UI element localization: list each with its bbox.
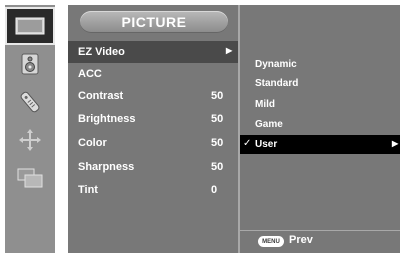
submenu-item-label: User [255, 139, 278, 150]
submenu-item-label: Standard [255, 78, 299, 89]
menu-item-value: 50 [211, 137, 224, 149]
menu-item-contrast[interactable]: Contrast 50 [68, 85, 238, 107]
menu-item-label: ACC [78, 68, 102, 80]
menu-item-label: EZ Video [78, 46, 125, 58]
input-icon [17, 168, 43, 188]
submenu-item-user[interactable]: ✓ User ▶ [240, 135, 400, 154]
menu-item-ez-video[interactable]: EZ Video ▶ [68, 41, 238, 63]
sidebar-item-input[interactable] [5, 159, 55, 197]
sidebar-item-audio[interactable] [5, 45, 55, 83]
sidebar-item-setup[interactable] [5, 121, 55, 159]
audio-icon [21, 53, 39, 75]
submenu-item-standard[interactable]: Standard [240, 74, 400, 93]
submenu-arrow-icon: ▶ [226, 46, 233, 55]
menu-item-sharpness[interactable]: Sharpness 50 [68, 156, 238, 178]
menu-item-color[interactable]: Color 50 [68, 132, 238, 154]
check-icon: ✓ [243, 138, 252, 149]
ez-video-submenu: Dynamic Standard Mild Game ✓ User ▶ MENU… [240, 5, 400, 253]
menu-item-tint[interactable]: Tint 0 [68, 179, 238, 201]
submenu-item-mild[interactable]: Mild [240, 95, 400, 114]
osd-menu-screen: PICTURE EZ Video ▶ ACC Contrast 50 Brigh… [0, 0, 400, 253]
menu-item-label: Brightness [78, 113, 136, 125]
menu-item-label: Tint [78, 184, 98, 196]
menu-item-label: Sharpness [78, 161, 135, 173]
submenu-item-dynamic[interactable]: Dynamic [240, 55, 400, 74]
menu-item-brightness[interactable]: Brightness 50 [68, 108, 238, 130]
setup-icon [19, 129, 41, 151]
picture-menu-panel: PICTURE EZ Video ▶ ACC Contrast 50 Brigh… [68, 5, 238, 253]
menu-item-value: 0 [211, 184, 218, 196]
sidebar-item-time[interactable] [5, 83, 55, 121]
menu-item-acc[interactable]: ACC [68, 63, 238, 85]
prev-label: Prev [289, 234, 313, 246]
menu-item-value: 50 [211, 161, 224, 173]
menu-item-label: Color [78, 137, 107, 149]
menu-item-value: 50 [211, 90, 224, 102]
menu-item-value: 50 [211, 113, 224, 125]
submenu-footer: MENU Prev [240, 230, 400, 253]
menu-key-icon: MENU [258, 236, 284, 247]
sidebar-item-picture[interactable] [5, 7, 55, 45]
submenu-item-label: Mild [255, 99, 275, 110]
submenu-item-game[interactable]: Game [240, 115, 400, 134]
menu-item-label: Contrast [78, 90, 124, 102]
menu-category-sidebar [5, 5, 55, 253]
picture-icon [15, 17, 45, 35]
submenu-item-label: Game [255, 119, 283, 130]
submenu-item-label: Dynamic [255, 59, 297, 70]
submenu-arrow-icon: ▶ [392, 139, 399, 148]
menu-title: PICTURE [80, 11, 228, 33]
time-icon [20, 91, 40, 113]
